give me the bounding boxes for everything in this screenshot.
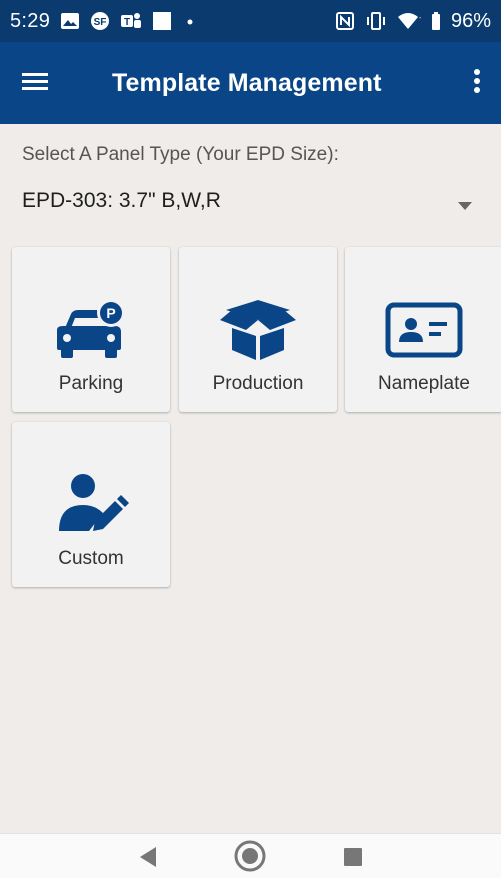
hamburger-menu-icon <box>22 71 48 96</box>
svg-text:+: + <box>419 13 421 23</box>
hamburger-menu-button[interactable] <box>0 42 70 124</box>
dropdown-arrow-icon <box>458 197 472 215</box>
template-tile-custom[interactable]: Custom <box>12 422 170 587</box>
status-bar: 5:29 SF T + 96% <box>0 0 501 42</box>
status-time: 5:29 <box>10 9 51 32</box>
template-label-nameplate: Nameplate <box>378 373 470 394</box>
template-label-parking: Parking <box>58 373 124 394</box>
template-label-production: Production <box>212 373 304 394</box>
more-vert-icon <box>473 68 481 99</box>
recents-icon[interactable] <box>343 847 363 872</box>
image-icon <box>60 12 80 30</box>
template-label-custom: Custom <box>58 548 124 569</box>
page-title: Template Management <box>112 68 382 97</box>
home-icon[interactable] <box>233 839 267 878</box>
sf-icon: SF <box>90 11 110 31</box>
system-nav-bar <box>0 833 501 878</box>
panel-type-dropdown[interactable]: EPD-303: 3.7" B,W,R <box>12 178 490 224</box>
panel-type-selected: EPD-303: 3.7" B,W,R <box>22 189 221 212</box>
teams-icon: T <box>120 11 142 31</box>
app-bar: Template Management <box>0 42 501 124</box>
user-edit-icon <box>53 474 129 536</box>
vibrate-icon <box>365 11 387 31</box>
dot-icon <box>182 11 198 31</box>
parking-car-icon: P <box>53 299 129 361</box>
overflow-menu-button[interactable] <box>453 42 501 124</box>
template-tile-nameplate[interactable]: Nameplate <box>345 247 501 412</box>
box-icon <box>218 299 298 361</box>
svg-text:T: T <box>124 17 130 28</box>
id-card-icon <box>385 299 463 361</box>
svg-text:SF: SF <box>94 17 107 28</box>
square-icon <box>152 11 172 31</box>
nfc-icon <box>335 11 355 31</box>
template-tile-parking[interactable]: P Parking <box>12 247 170 412</box>
battery-icon <box>431 11 441 31</box>
wifi-icon: + <box>397 11 421 31</box>
battery-percent: 96% <box>450 9 491 32</box>
back-icon[interactable] <box>138 846 158 873</box>
panel-type-label: Select A Panel Type (Your EPD Size): <box>22 144 339 165</box>
svg-text:P: P <box>106 305 115 321</box>
template-tile-production[interactable]: Production <box>179 247 337 412</box>
